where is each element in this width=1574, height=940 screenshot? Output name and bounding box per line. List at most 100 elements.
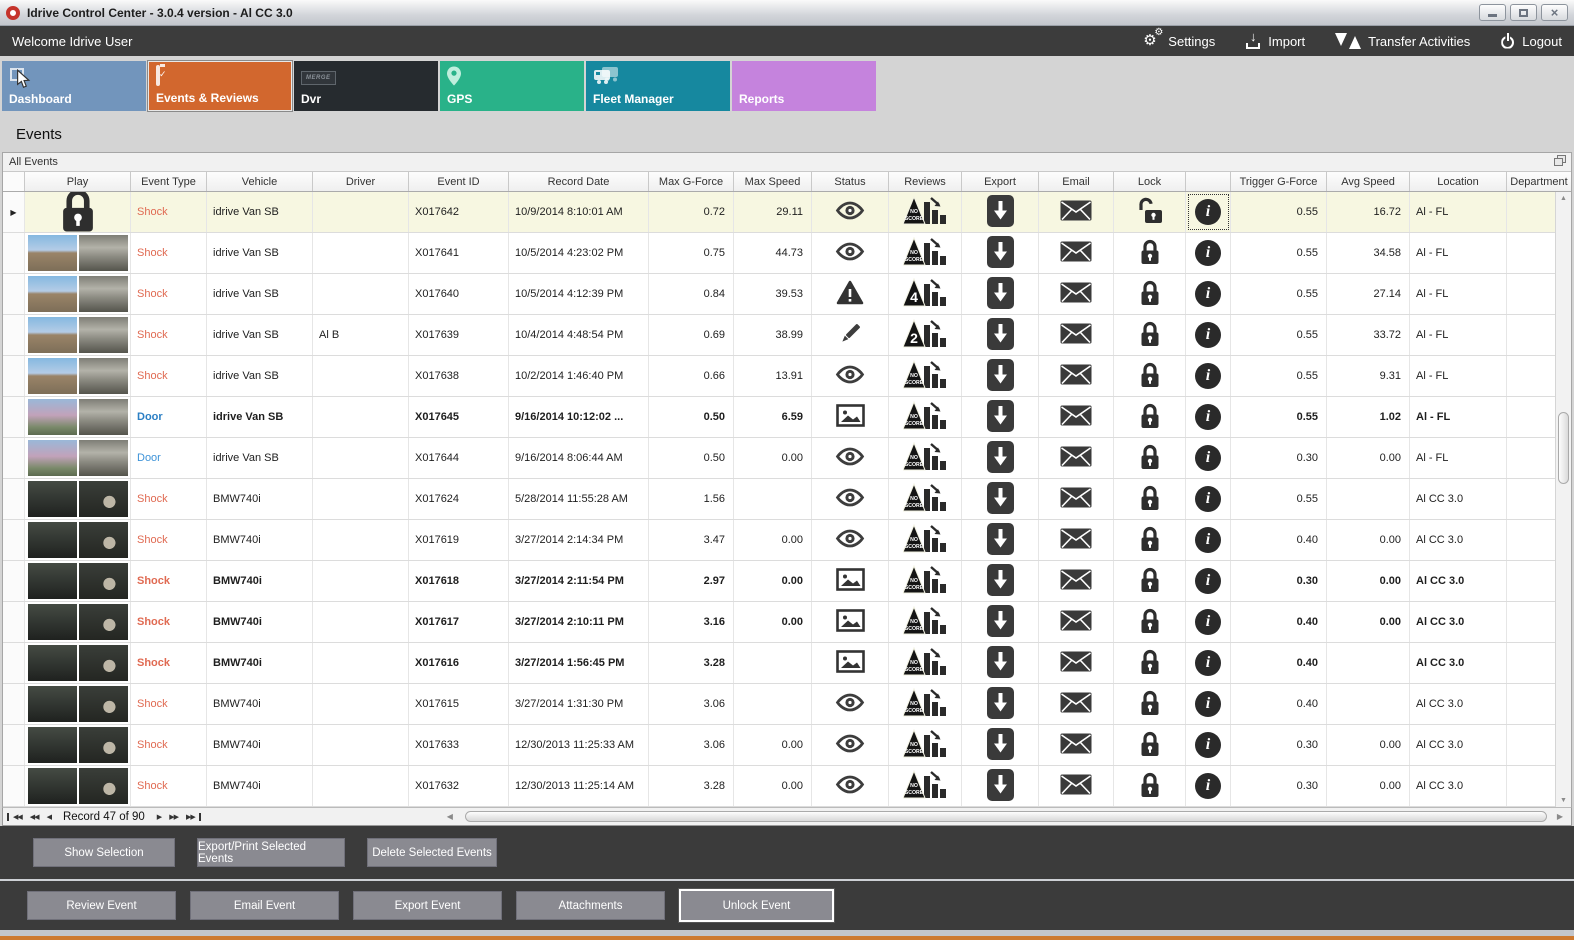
lock-button[interactable] — [1114, 766, 1186, 806]
email-button[interactable] — [1039, 438, 1114, 478]
review-event-button[interactable]: Review Event — [27, 891, 176, 920]
email-button[interactable] — [1039, 479, 1114, 519]
export-button[interactable] — [962, 479, 1039, 519]
column-header-reviews[interactable]: Reviews — [889, 172, 962, 191]
email-button[interactable] — [1039, 561, 1114, 601]
table-row[interactable]: ▶ Shock idrive Van SB X017642 10/9/2014 … — [3, 192, 1571, 233]
export-button[interactable] — [962, 684, 1039, 724]
export-button[interactable] — [962, 397, 1039, 437]
lock-button[interactable] — [1114, 192, 1186, 232]
column-header-location[interactable]: Location — [1410, 172, 1507, 191]
transfer-activities-button[interactable]: Transfer Activities — [1335, 33, 1470, 49]
event-thumbnail-cabin[interactable] — [78, 440, 128, 476]
event-thumbnail-front[interactable] — [27, 399, 77, 435]
event-thumbnail-front[interactable] — [27, 604, 77, 640]
event-thumbnail-front[interactable] — [27, 563, 77, 599]
export-button[interactable] — [962, 274, 1039, 314]
column-header-max-g-force[interactable]: Max G-Force — [649, 172, 734, 191]
email-button[interactable] — [1039, 233, 1114, 273]
reviews-score-button[interactable]: 4 — [889, 274, 962, 314]
info-button[interactable]: i — [1186, 643, 1231, 683]
horizontal-scrollbar-thumb[interactable] — [464, 811, 1547, 822]
email-button[interactable] — [1039, 315, 1114, 355]
lock-button[interactable] — [1114, 397, 1186, 437]
attachments-button[interactable]: Attachments — [516, 891, 665, 920]
status-icon-cell[interactable] — [812, 315, 889, 355]
reviews-score-button[interactable]: NO SCORE — [889, 725, 962, 765]
export-button[interactable] — [962, 561, 1039, 601]
status-icon-cell[interactable] — [812, 233, 889, 273]
reviews-score-button[interactable]: NO SCORE — [889, 192, 962, 232]
email-button[interactable] — [1039, 684, 1114, 724]
column-header-vehicle[interactable]: Vehicle — [207, 172, 313, 191]
export-button[interactable] — [962, 233, 1039, 273]
table-row[interactable]: Shock idrive Van SB X017638 10/2/2014 1:… — [3, 356, 1571, 397]
export-button[interactable] — [962, 520, 1039, 560]
table-row[interactable]: Shock BMW740i X017624 5/28/2014 11:55:28… — [3, 479, 1571, 520]
email-button[interactable] — [1039, 725, 1114, 765]
tab-fleet-manager[interactable]: Fleet Manager — [586, 61, 730, 111]
email-button[interactable] — [1039, 602, 1114, 642]
info-button[interactable]: i — [1186, 315, 1231, 355]
table-row[interactable]: Door idrive Van SB X017645 9/16/2014 10:… — [3, 397, 1571, 438]
last-record-button[interactable]: ▶▶ — [182, 812, 201, 821]
info-button[interactable]: i — [1186, 520, 1231, 560]
lock-button[interactable] — [1114, 356, 1186, 396]
info-button[interactable]: i — [1186, 479, 1231, 519]
column-header-email[interactable]: Email — [1039, 172, 1114, 191]
column-header-lock[interactable]: Lock — [1114, 172, 1186, 191]
reviews-score-button[interactable]: 2 — [889, 315, 962, 355]
play-cell[interactable] — [25, 233, 131, 273]
lock-button[interactable] — [1114, 643, 1186, 683]
export-print-selected-events-button[interactable]: Export/Print Selected Events — [197, 838, 345, 867]
reviews-score-button[interactable]: NO SCORE — [889, 643, 962, 683]
reviews-score-button[interactable]: NO SCORE — [889, 233, 962, 273]
play-cell[interactable] — [25, 274, 131, 314]
event-thumbnail-front[interactable] — [27, 686, 77, 722]
event-thumbnail-cabin[interactable] — [78, 768, 128, 804]
column-header-driver[interactable]: Driver — [313, 172, 409, 191]
event-thumbnail-cabin[interactable] — [78, 563, 128, 599]
reviews-score-button[interactable]: NO SCORE — [889, 561, 962, 601]
scroll-up-icon[interactable]: ▲ — [1556, 195, 1571, 202]
first-record-button[interactable]: ◀◀ — [7, 812, 26, 821]
play-cell[interactable] — [25, 766, 131, 806]
play-cell[interactable] — [25, 356, 131, 396]
play-cell[interactable] — [25, 479, 131, 519]
email-button[interactable] — [1039, 397, 1114, 437]
reviews-score-button[interactable]: NO SCORE — [889, 479, 962, 519]
delete-selected-events-button[interactable]: Delete Selected Events — [367, 838, 497, 867]
play-cell[interactable] — [25, 315, 131, 355]
table-row[interactable]: Shock BMW740i X017617 3/27/2014 2:10:11 … — [3, 602, 1571, 643]
table-row[interactable]: Shock idrive Van SB X017640 10/5/2014 4:… — [3, 274, 1571, 315]
info-button[interactable]: i — [1186, 192, 1231, 232]
maximize-button[interactable] — [1510, 4, 1537, 21]
lock-button[interactable] — [1114, 479, 1186, 519]
reviews-score-button[interactable]: NO SCORE — [889, 520, 962, 560]
import-button[interactable]: ↓ Import — [1245, 29, 1305, 49]
export-button[interactable] — [962, 725, 1039, 765]
column-header-info[interactable] — [1186, 172, 1231, 191]
status-icon-cell[interactable] — [812, 274, 889, 314]
status-icon-cell[interactable] — [812, 766, 889, 806]
info-button[interactable]: i — [1186, 274, 1231, 314]
table-row[interactable]: Shock idrive Van SB X017641 10/5/2014 4:… — [3, 233, 1571, 274]
forward-button[interactable]: ▶▶ — [165, 813, 182, 821]
column-header-event-type[interactable]: Event Type — [131, 172, 207, 191]
email-button[interactable] — [1039, 356, 1114, 396]
status-icon-cell[interactable] — [812, 479, 889, 519]
info-button[interactable]: i — [1186, 766, 1231, 806]
close-button[interactable]: × — [1541, 4, 1568, 21]
next-record-button[interactable]: ▶ — [153, 813, 165, 821]
email-button[interactable] — [1039, 274, 1114, 314]
vertical-scrollbar[interactable]: ▲ ▼ — [1555, 192, 1571, 807]
event-thumbnail-front[interactable] — [27, 317, 77, 353]
lock-button[interactable] — [1114, 233, 1186, 273]
reviews-score-button[interactable]: NO SCORE — [889, 438, 962, 478]
export-button[interactable] — [962, 766, 1039, 806]
table-row[interactable]: Door idrive Van SB X017644 9/16/2014 8:0… — [3, 438, 1571, 479]
play-cell[interactable] — [25, 520, 131, 560]
email-button[interactable] — [1039, 520, 1114, 560]
scroll-right-icon[interactable]: ▶ — [1553, 812, 1567, 821]
info-button[interactable]: i — [1186, 438, 1231, 478]
